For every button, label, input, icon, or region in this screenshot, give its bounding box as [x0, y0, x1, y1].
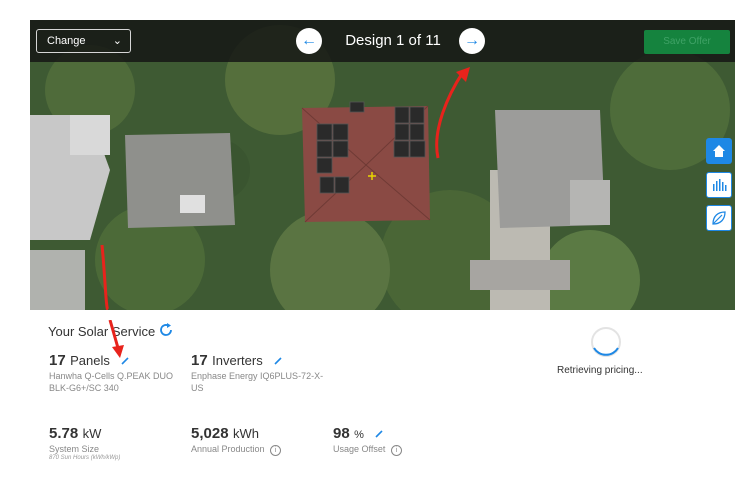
save-offer-button[interactable]: Save Offer: [644, 30, 730, 54]
info-icon[interactable]: i: [270, 445, 282, 456]
panels-label: Panels: [70, 353, 110, 368]
next-design-button[interactable]: →: [459, 28, 485, 54]
left-margin: [0, 0, 30, 495]
usage-offset-label: Usage Offset: [333, 444, 386, 454]
inverters-count: 17: [191, 352, 208, 369]
sun-hours-note: 870 Sun Hours (kWh/kWp): [49, 455, 121, 461]
edit-usage-offset-icon[interactable]: [374, 429, 384, 439]
design-title: Design 1 of 11: [345, 32, 441, 49]
leaf-icon: [712, 211, 726, 225]
production-chart-button[interactable]: [706, 172, 732, 198]
bar-chart-icon: [713, 179, 727, 191]
usage-offset-block: 98 % Usage Offset i: [333, 425, 473, 456]
inverters-label: Inverters: [212, 353, 263, 368]
home-view-button[interactable]: [706, 138, 732, 164]
system-size-value: 5.78: [49, 425, 79, 442]
system-size-unit: kW: [82, 426, 102, 441]
system-size-label: System Size: [49, 444, 100, 454]
usage-offset-unit: %: [354, 429, 364, 441]
chevron-down-icon: ⌄: [112, 35, 122, 47]
aerial-map-view[interactable]: [30, 20, 735, 310]
usage-offset-value: 98: [333, 425, 350, 442]
annual-production-label: Annual Production: [191, 444, 265, 454]
arrow-left-icon: ←: [301, 32, 317, 49]
change-dropdown[interactable]: Change ⌄: [36, 29, 131, 53]
panels-count: 17: [49, 352, 66, 369]
pricing-status: Retrieving pricing...: [557, 365, 643, 376]
system-size-block: 5.78 kW System Size 870 Sun Hours (kWh/k…: [49, 425, 184, 461]
panels-model-line2: BLK-G6+/SC 340: [49, 383, 119, 393]
aerial-image: [30, 20, 735, 310]
annual-production-value: 5,028: [191, 425, 229, 442]
environmental-impact-button[interactable]: [706, 205, 732, 231]
inverters-model-line2: US: [191, 383, 204, 393]
refresh-icon[interactable]: [158, 322, 174, 338]
change-label: Change: [47, 35, 86, 47]
panels-block: 17 Panels Hanwha Q-Cells Q.PEAK DUO BLK-…: [49, 352, 184, 394]
loading-spinner-icon: [591, 327, 621, 357]
arrow-right-icon: →: [464, 32, 480, 49]
annual-production-unit: kWh: [233, 426, 259, 441]
panels-model-line1: Hanwha Q-Cells Q.PEAK DUO: [49, 371, 174, 381]
edit-panels-icon[interactable]: [120, 356, 130, 366]
previous-design-button[interactable]: ←: [296, 28, 322, 54]
edit-inverters-icon[interactable]: [273, 356, 283, 366]
home-icon: [713, 145, 725, 157]
info-icon[interactable]: i: [390, 445, 402, 456]
annual-production-block: 5,028 kWh Annual Production i: [191, 425, 331, 456]
inverters-model-line1: Enphase Energy IQ6PLUS-72-X-: [191, 371, 324, 381]
design-toolbar: Change ⌄ ← Design 1 of 11 → Save Offer: [30, 20, 735, 62]
inverters-block: 17 Inverters Enphase Energy IQ6PLUS-72-X…: [191, 352, 341, 394]
